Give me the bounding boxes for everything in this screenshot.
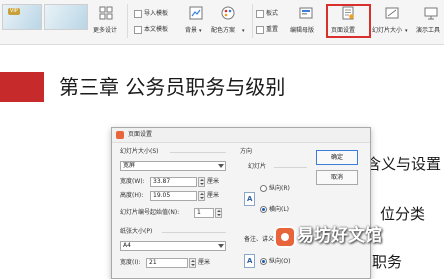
design-thumbnail-1[interactable]: VIP: [2, 4, 42, 30]
paper-width-label: 宽度(I):: [120, 259, 141, 266]
background-icon: [189, 6, 203, 20]
dialog-title: 页面设置: [128, 131, 153, 138]
paper-width-unit: 厘米: [198, 259, 211, 266]
layout-icon: [256, 10, 264, 18]
chevron-down-icon: [218, 244, 224, 248]
text-template-label: 本文模板: [144, 26, 169, 33]
wps-logo-icon: [116, 131, 124, 139]
slide-text-position: 职务: [372, 253, 403, 271]
paper-size-value: A4: [123, 242, 131, 249]
paper-width-input[interactable]: 21: [146, 258, 188, 268]
height-unit: 厘米: [207, 192, 220, 199]
reset-button[interactable]: 重置: [256, 25, 288, 35]
import-icon: [134, 10, 142, 18]
edit-master-label: 编辑母版: [290, 27, 315, 34]
slide-size-button[interactable]: 幻灯片大小 ▾: [372, 4, 412, 40]
width-unit: 厘米: [207, 178, 220, 185]
master-slide-icon: [299, 7, 313, 19]
letter-a-icon: A: [247, 257, 253, 265]
background-button[interactable]: 背景 ▾: [184, 4, 208, 40]
start-number-input[interactable]: 1: [194, 208, 214, 218]
color-scheme-label: 配色方案: [211, 27, 236, 34]
cancel-button[interactable]: 取消: [316, 170, 358, 185]
more-designs-button[interactable]: 更多设计: [88, 4, 124, 40]
reset-label: 重置: [266, 26, 279, 33]
chevron-down-icon: ▾: [242, 28, 245, 34]
notes-portrait-radio[interactable]: [260, 258, 267, 265]
start-number-label: 幻灯片编号起始值(N):: [120, 209, 180, 216]
format-label: 板式: [266, 10, 279, 17]
height-label: 高度(H):: [120, 192, 144, 199]
paper-size-select[interactable]: A4: [120, 241, 226, 251]
ribbon-toolbar: VIP 更多设计 导入模板 本文模板 背景 ▾ 配色方案 ▾ 板式 重置 编辑母…: [0, 0, 444, 45]
group-divider: [162, 232, 226, 233]
landscape-preview-icon: A: [244, 192, 255, 206]
slide-size-icon: [385, 7, 399, 19]
height-input[interactable]: 19.05: [150, 191, 197, 201]
notes-preview-icon: A: [244, 254, 255, 268]
color-scheme-button[interactable]: 配色方案 ▾: [209, 4, 249, 40]
design-thumbnail-2[interactable]: [44, 4, 88, 30]
paper-size-group-label: 纸张大小(P): [120, 228, 153, 235]
grid-icon: [99, 6, 113, 20]
chevron-down-icon: ▾: [405, 28, 408, 34]
slide-landscape-label: 横向(L): [269, 206, 290, 213]
background-label: 背景: [185, 27, 198, 34]
presentation-tools-label: 演示工具: [416, 27, 441, 34]
slide-portrait-radio[interactable]: [260, 185, 267, 192]
watermark-logo-icon: [276, 228, 294, 246]
title-accent-bar: [0, 72, 44, 102]
notes-portrait-label: 纵向(O): [269, 258, 291, 265]
height-spinner[interactable]: [198, 191, 205, 201]
letter-a-icon: A: [247, 195, 253, 203]
toolbar-divider: [127, 4, 128, 38]
group-divider: [170, 152, 226, 153]
chevron-down-icon: [218, 164, 224, 168]
page-setup-dialog: 页面设置 幻灯片大小(S) 宽屏 宽度(W): 33.87 厘米 高度(H): …: [111, 127, 371, 279]
slide-size-group-label: 幻灯片大小(S): [120, 148, 159, 155]
presentation-tools-button[interactable]: 演示工具: [414, 4, 444, 40]
group-divider: [274, 167, 307, 168]
slide-size-value: 宽屏: [123, 162, 136, 169]
slide-text-classification: 位分类: [380, 205, 426, 223]
slide-title: 第三章 公务员职务与级别: [59, 75, 286, 99]
slide-portrait-label: 纵向(R): [269, 185, 290, 192]
reset-icon: [256, 26, 264, 34]
chevron-down-icon: ▾: [199, 28, 202, 34]
paper-width-spinner[interactable]: [189, 258, 196, 268]
presentation-icon: [424, 7, 438, 20]
page-setup-highlight-box: [326, 4, 371, 38]
slide-size-label: 幻灯片大小: [372, 27, 403, 34]
palette-icon: [221, 6, 235, 20]
format-button[interactable]: 板式: [256, 9, 288, 19]
dialog-titlebar: 页面设置: [112, 128, 370, 143]
width-label: 宽度(W):: [120, 178, 145, 185]
more-designs-label: 更多设计: [93, 27, 118, 34]
slide-landscape-radio[interactable]: [260, 206, 267, 213]
vip-badge: VIP: [8, 8, 20, 15]
width-spinner[interactable]: [198, 177, 205, 187]
import-template-label: 导入模板: [144, 10, 169, 17]
direction-group-label: 方向: [240, 148, 253, 155]
start-number-spinner[interactable]: [215, 208, 222, 218]
toolbar-divider: [252, 4, 253, 38]
width-input[interactable]: 33.87: [150, 177, 197, 187]
ok-button[interactable]: 确定: [316, 150, 358, 165]
slide-size-select[interactable]: 宽屏: [120, 161, 226, 171]
text-template-button[interactable]: 本文模板: [134, 25, 184, 35]
import-template-button[interactable]: 导入模板: [134, 9, 184, 19]
slide-orientation-label: 幻灯片: [248, 163, 267, 170]
watermark-text: 易坊好文馆: [297, 226, 382, 246]
template-icon: [134, 26, 142, 34]
slide-text-definition: 含义与设置: [366, 155, 442, 173]
edit-master-button[interactable]: 编辑母版: [288, 4, 324, 40]
